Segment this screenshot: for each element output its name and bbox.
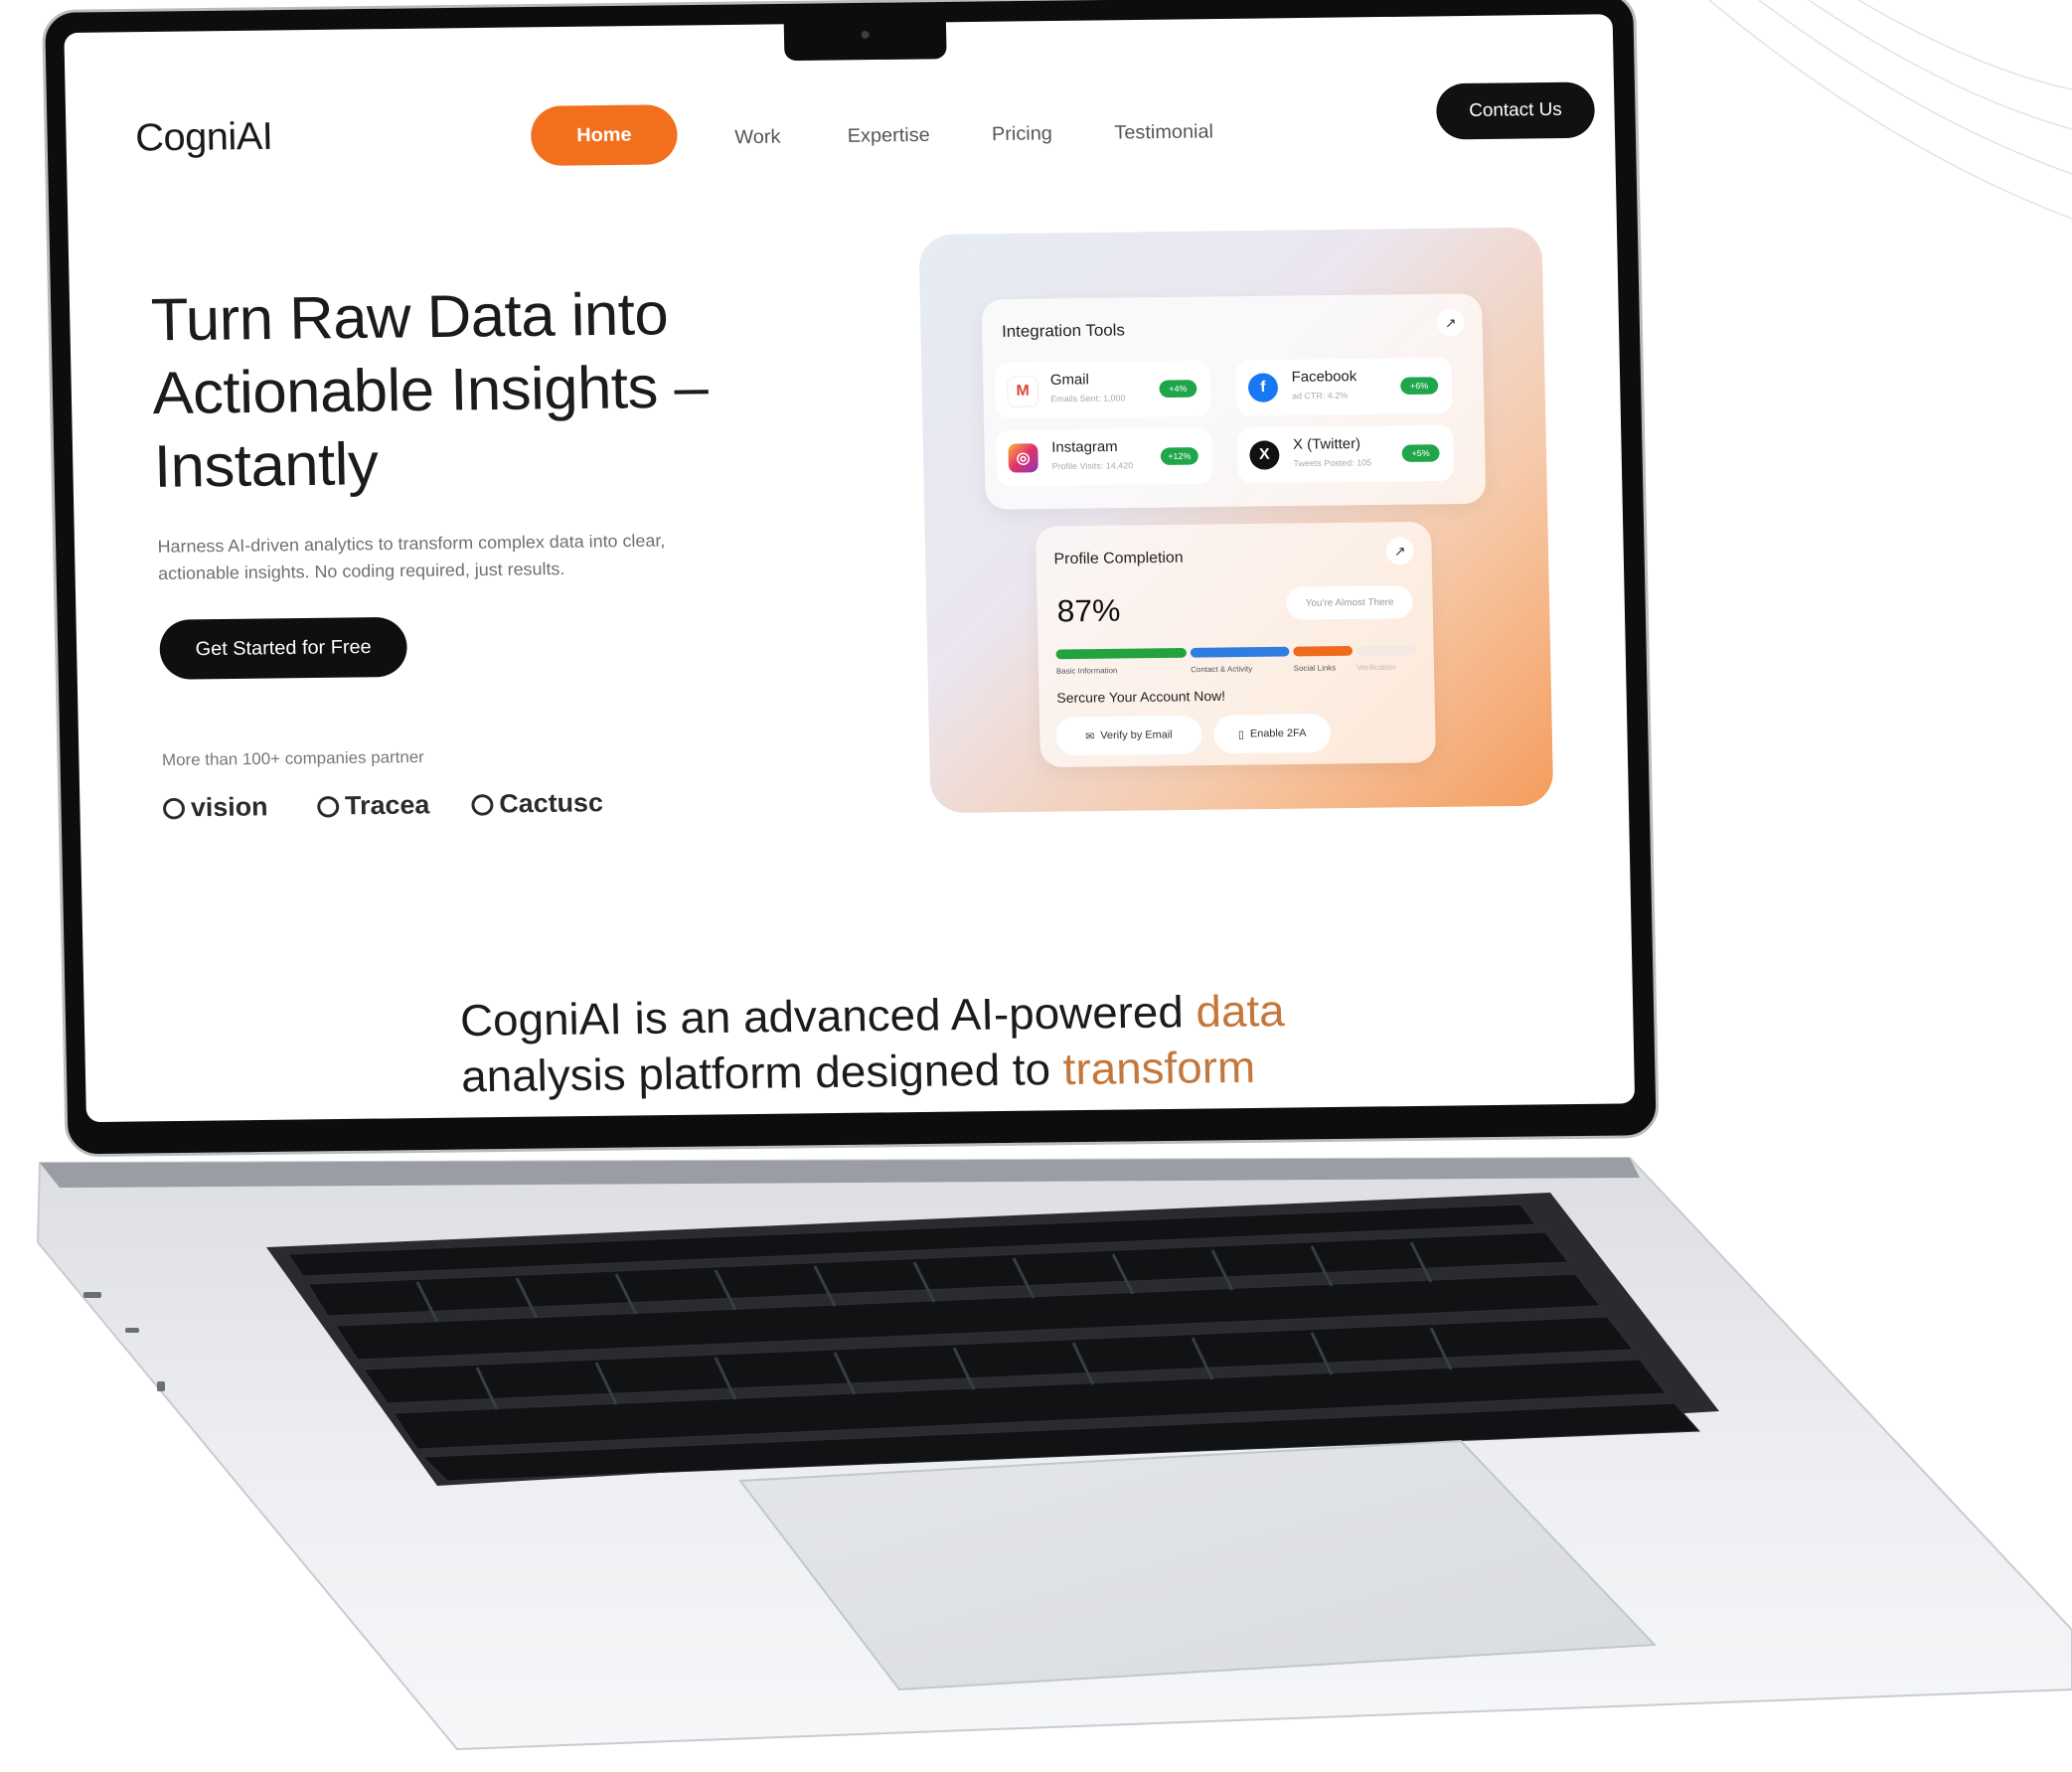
- tool-gmail[interactable]: M Gmail Emails Sent: 1,000 +4%: [994, 360, 1211, 419]
- integration-tools-panel: Integration Tools ↗ M Gmail Emails Sent:…: [981, 293, 1487, 510]
- nav-testimonial[interactable]: Testimonial: [1114, 121, 1213, 145]
- button-label: Verify by Email: [1100, 728, 1173, 742]
- nav-home[interactable]: Home: [530, 104, 679, 167]
- camera-icon: [861, 31, 870, 39]
- dashboard-preview: Integration Tools ↗ M Gmail Emails Sent:…: [918, 227, 1554, 814]
- segment-label: Basic Information: [1055, 666, 1118, 676]
- laptop-screen: CogniAI Home Work Expertise Pricing Test…: [42, 0, 1660, 1158]
- statement-highlight: data: [1195, 985, 1286, 1037]
- statement-text: CogniAI is an advanced AI-powered: [459, 986, 1196, 1046]
- tracea-logo-icon: [317, 795, 340, 818]
- tool-facebook[interactable]: f Facebook ad CTR: 4.2% +6%: [1235, 357, 1453, 416]
- partner-vision: vision: [162, 792, 268, 823]
- statement-text: analysis platform designed to: [460, 1044, 1064, 1102]
- nav-work[interactable]: Work: [734, 126, 781, 149]
- partners-label: More than 100+ companies partner: [161, 747, 425, 770]
- hero-title: Turn Raw Data into Actionable Insights –…: [150, 280, 709, 501]
- growth-badge: +6%: [1400, 377, 1439, 396]
- gmail-icon: M: [1007, 376, 1039, 407]
- tool-name: Gmail: [1049, 371, 1090, 389]
- phone-icon: ▯: [1237, 728, 1245, 740]
- tool-stat: ad CTR: 4.2%: [1291, 390, 1349, 402]
- partner-cactusc: Cactusc: [471, 788, 603, 820]
- nav-expertise[interactable]: Expertise: [848, 124, 930, 147]
- tool-stat: Profile Visits: 14,420: [1051, 460, 1134, 472]
- segment-label: Social Links: [1293, 663, 1337, 673]
- growth-badge: +12%: [1160, 447, 1198, 465]
- x-twitter-icon: X: [1249, 440, 1280, 470]
- almost-there-badge: You're Almost There: [1286, 585, 1414, 620]
- partner-tracea: Tracea: [317, 790, 430, 821]
- tool-x-twitter[interactable]: X X (Twitter) Tweets Posted: 105 +5%: [1236, 424, 1455, 484]
- progress-basic: [1055, 647, 1187, 660]
- growth-badge: +4%: [1159, 380, 1197, 399]
- tool-stat: Emails Sent: 1,000: [1050, 393, 1126, 404]
- expand-arrow-icon[interactable]: ↗: [1436, 308, 1465, 337]
- camera-notch: [783, 20, 947, 62]
- website-display: CogniAI Home Work Expertise Pricing Test…: [64, 14, 1636, 1123]
- partner-name: Cactusc: [499, 787, 604, 819]
- site-logo[interactable]: CogniAI: [135, 115, 273, 160]
- partner-name: Tracea: [344, 790, 430, 821]
- segment-label: Verification: [1356, 662, 1396, 673]
- completion-percent: 87%: [1056, 592, 1121, 629]
- nav-pricing[interactable]: Pricing: [992, 123, 1052, 146]
- integration-title: Integration Tools: [1001, 320, 1126, 341]
- hero-subtitle: Harness AI-driven analytics to transform…: [157, 531, 666, 583]
- get-started-button[interactable]: Get Started for Free: [159, 616, 408, 680]
- tool-name: Instagram: [1051, 438, 1118, 456]
- about-statement: CogniAI is an advanced AI-powered data a…: [459, 980, 1450, 1104]
- verify-email-button[interactable]: ✉ Verify by Email: [1054, 715, 1202, 756]
- tool-instagram[interactable]: ◎ Instagram Profile Visits: 14,420 +12%: [996, 427, 1213, 487]
- progress-social: [1293, 645, 1354, 657]
- progress-verification: [1355, 645, 1416, 656]
- growth-badge: +5%: [1401, 444, 1440, 463]
- enable-2fa-button[interactable]: ▯ Enable 2FA: [1213, 714, 1332, 754]
- expand-arrow-icon[interactable]: ↗: [1385, 537, 1414, 565]
- segment-label: Contact & Activity: [1191, 664, 1253, 675]
- tool-stat: Tweets Posted: 105: [1293, 457, 1372, 469]
- profile-completion-panel: Profile Completion ↗ 87% You're Almost T…: [1035, 521, 1436, 768]
- tool-name: X (Twitter): [1292, 435, 1361, 453]
- progress-contact: [1190, 646, 1290, 658]
- instagram-icon: ◎: [1008, 443, 1038, 473]
- secure-account-heading: Sercure Your Account Now!: [1056, 688, 1226, 706]
- vision-logo-icon: [162, 797, 186, 820]
- facebook-icon: f: [1247, 373, 1279, 403]
- partner-name: vision: [190, 792, 268, 823]
- mail-icon: ✉: [1085, 730, 1095, 742]
- contact-button[interactable]: Contact Us: [1435, 81, 1596, 140]
- tool-name: Facebook: [1291, 368, 1357, 386]
- button-label: Enable 2FA: [1249, 727, 1307, 740]
- statement-highlight: transform: [1062, 1041, 1256, 1094]
- cactusc-logo-icon: [471, 793, 494, 816]
- profile-title: Profile Completion: [1053, 550, 1184, 568]
